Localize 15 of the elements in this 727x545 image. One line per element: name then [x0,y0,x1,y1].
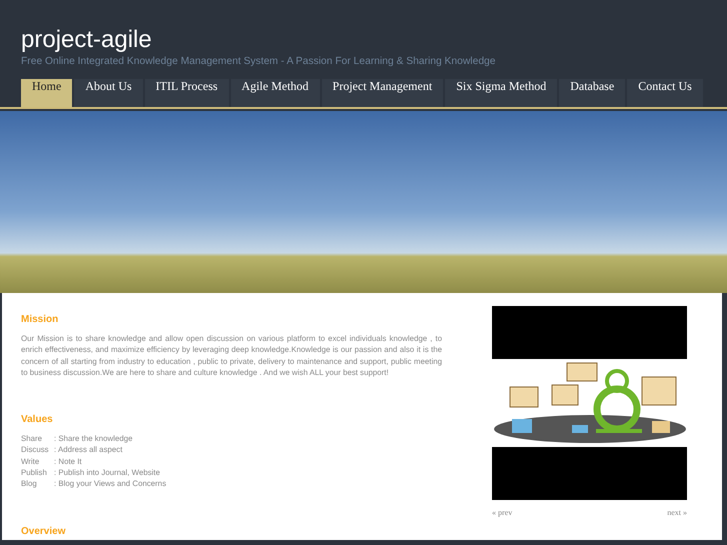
next-link[interactable]: next » [667,508,687,517]
nav-tab[interactable]: Agile Method [230,79,320,107]
nav-tab[interactable]: Database [559,79,626,107]
site-tagline: Free Online Integrated Knowledge Management System - A Passion For Learning & Sharing Knowledge [21,56,497,67]
site-title[interactable]: project-agile [21,26,706,54]
section-heading: Values [21,414,54,426]
section-heading: Mission [21,314,60,325]
nav-tab[interactable]: About Us [74,79,143,107]
prev-link[interactable]: « prev [492,508,512,517]
nav-tab[interactable]: ITIL Process [144,79,229,107]
nav-tab[interactable]: Six Sigma Method [445,79,558,107]
nav-tab[interactable]: Home [21,79,72,107]
nav-tab[interactable]: Project Management [322,79,444,107]
nav-tab[interactable]: Contact Us [627,79,703,107]
section-heading: Overview [21,526,66,537]
